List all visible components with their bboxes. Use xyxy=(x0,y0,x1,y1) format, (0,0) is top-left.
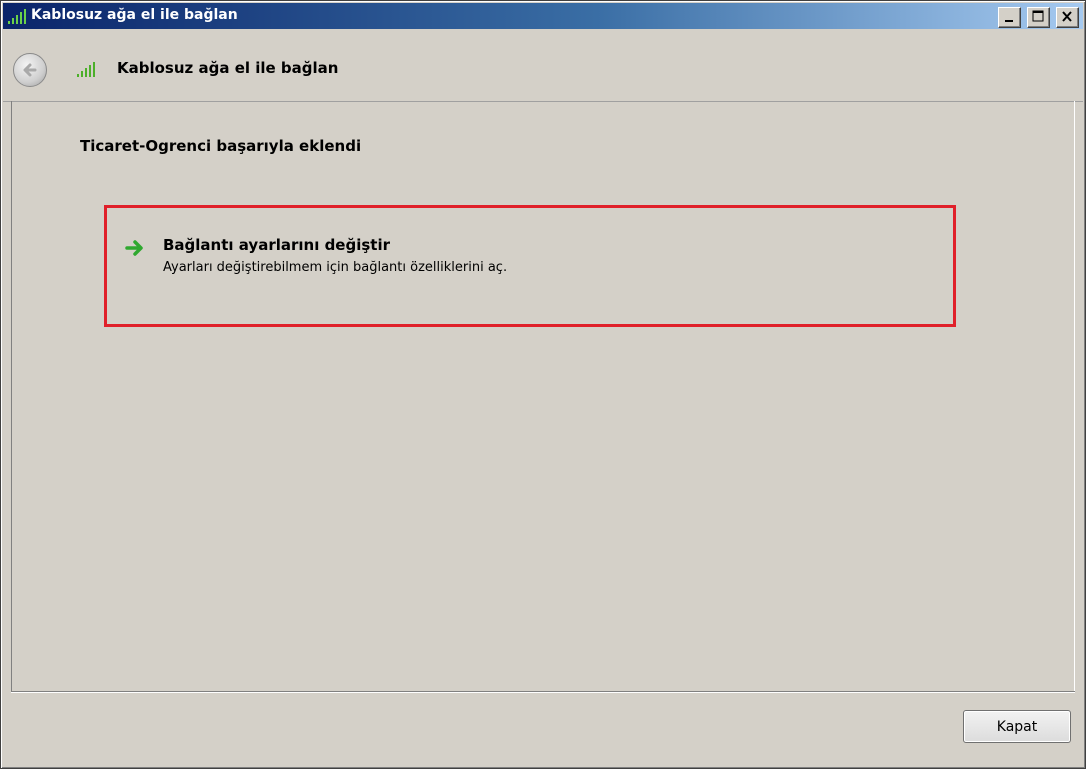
back-arrow-icon xyxy=(23,63,37,77)
success-message: Ticaret-Ogrenci başarıyla eklendi xyxy=(80,137,362,155)
wireless-signal-icon xyxy=(7,7,27,25)
title-bar[interactable]: Kablosuz ağa el ile bağlan xyxy=(3,3,1083,29)
window-title: Kablosuz ağa el ile bağlan xyxy=(31,7,238,23)
back-button[interactable] xyxy=(13,53,47,87)
minimize-icon xyxy=(1005,20,1014,22)
close-button[interactable] xyxy=(1056,7,1079,28)
dialog-window: Kablosuz ağa el ile bağlan Kablosuz ağa … xyxy=(0,0,1086,769)
maximize-button[interactable] xyxy=(1027,7,1051,28)
close-icon xyxy=(1062,11,1072,22)
wizard-title: Kablosuz ağa el ile bağlan xyxy=(117,59,339,77)
close-dialog-button[interactable]: Kapat xyxy=(963,710,1071,743)
maximize-icon xyxy=(1032,10,1044,22)
footer-divider xyxy=(11,691,1075,693)
wizard-content: Ticaret-Ogrenci başarıyla eklendi Bağlan… xyxy=(11,101,1075,691)
option-description: Ayarları değiştirebilmem için bağlantı ö… xyxy=(163,260,508,275)
window-controls xyxy=(997,7,1079,28)
wireless-signal-icon xyxy=(75,59,105,79)
green-arrow-icon xyxy=(125,238,145,258)
wizard-header: Kablosuz ağa el ile bağlan xyxy=(3,29,1083,102)
minimize-button[interactable] xyxy=(998,7,1022,28)
option-title[interactable]: Bağlantı ayarlarını değiştir xyxy=(163,236,390,254)
highlight-box: Bağlantı ayarlarını değiştir Ayarları de… xyxy=(104,205,956,327)
